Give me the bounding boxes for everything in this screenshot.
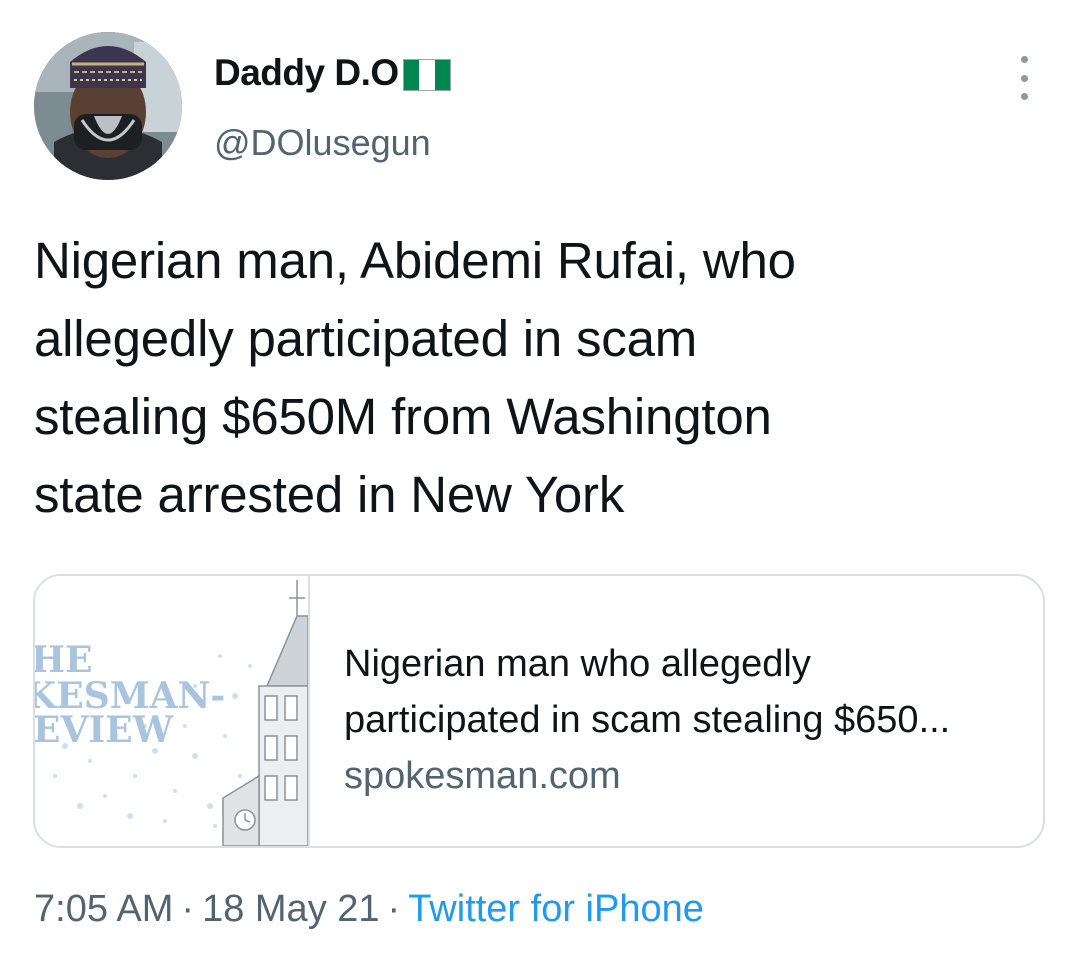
link-preview-card[interactable]: HE KESMAN- EVIEW Nigerian man who allege… (33, 574, 1045, 848)
tweet-text-line: Nigerian man, Abidemi Rufai, who (34, 232, 796, 289)
link-preview-title-line: Nigerian man who allegedly (344, 643, 811, 685)
nigeria-flag-icon (402, 58, 451, 91)
author-name-text: Daddy D.O (214, 52, 399, 93)
more-dot (1020, 93, 1028, 100)
spokesman-review-logo-image: HE KESMAN- EVIEW (35, 576, 308, 846)
link-preview-thumbnail: HE KESMAN- EVIEW (35, 576, 310, 846)
tweet-meta: 7:05 AM · 18 May 21 · Twitter for iPhone (34, 888, 704, 931)
more-dot (1020, 74, 1028, 82)
author-display-name[interactable]: Daddy D.O (214, 52, 451, 94)
link-preview-domain: spokesman.com (344, 755, 621, 797)
svg-text:EVIEW: EVIEW (35, 709, 174, 751)
link-preview-text: Nigerian man who allegedly participated … (344, 636, 1024, 804)
tweet-source-link[interactable]: Twitter for iPhone (408, 888, 704, 930)
tweet-text: Nigerian man, Abidemi Rufai, who alleged… (34, 222, 1044, 534)
more-options-icon[interactable] (1006, 56, 1042, 100)
meta-separator: · (181, 888, 195, 930)
tweet-date[interactable]: 18 May 21 (202, 888, 379, 930)
avatar[interactable] (34, 32, 182, 180)
author-handle[interactable]: @DOlusegun (214, 122, 431, 164)
link-preview-title-line: participated in scam stealing $650... (344, 699, 951, 741)
tweet-text-line: stealing $650M from Washington (34, 388, 772, 445)
tweet-text-line: allegedly participated in scam (34, 310, 698, 367)
more-dot (1020, 56, 1028, 63)
tweet-text-line: state arrested in New York (34, 466, 625, 523)
meta-separator: · (387, 888, 401, 930)
profile-photo-avatar (34, 32, 182, 180)
tweet-time[interactable]: 7:05 AM (34, 888, 173, 930)
